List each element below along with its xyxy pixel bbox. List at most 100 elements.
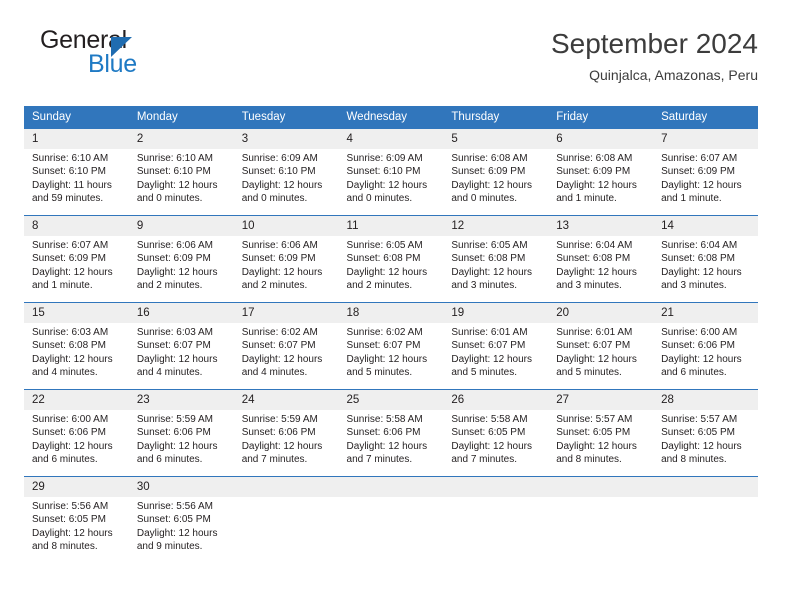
- day-cell[interactable]: 20 Sunrise: 6:01 AM Sunset: 6:07 PM Dayl…: [548, 302, 654, 390]
- day-cell[interactable]: 23 Sunrise: 5:59 AM Sunset: 6:06 PM Dayl…: [128, 389, 234, 477]
- day-cell[interactable]: 29 Sunrise: 5:56 AM Sunset: 6:05 PM Dayl…: [24, 476, 129, 563]
- day-details: Sunrise: 6:09 AM Sunset: 6:10 PM Dayligh…: [339, 149, 444, 206]
- sunset-text: Sunset: 6:05 PM: [451, 427, 526, 439]
- day-number: 14: [653, 216, 758, 236]
- sunrise-sunset-calendar: Sunday Monday Tuesday Wednesday Thursday…: [24, 106, 758, 563]
- calendar-header-row: Sunday Monday Tuesday Wednesday Thursday…: [24, 106, 758, 129]
- sunrise-text: Sunrise: 6:00 AM: [32, 414, 109, 425]
- day-cell[interactable]: 30 Sunrise: 5:56 AM Sunset: 6:05 PM Dayl…: [128, 476, 234, 563]
- day-cell[interactable]: 2 Sunrise: 6:10 AM Sunset: 6:10 PM Dayli…: [128, 129, 234, 216]
- day-details: Sunrise: 6:07 AM Sunset: 6:09 PM Dayligh…: [24, 236, 129, 293]
- daylight-text-line1: Daylight: 12 hours: [346, 440, 428, 452]
- day-number: 5: [443, 129, 549, 149]
- daylight-text-line1: Daylight: 12 hours: [451, 179, 532, 191]
- day-cell[interactable]: 19 Sunrise: 6:01 AM Sunset: 6:07 PM Dayl…: [443, 302, 549, 390]
- daylight-text-line2: and 0 minutes.: [346, 193, 413, 205]
- day-number: 23: [128, 390, 234, 410]
- day-cell[interactable]: 16 Sunrise: 6:03 AM Sunset: 6:07 PM Dayl…: [128, 302, 234, 390]
- day-cell[interactable]: 13 Sunrise: 6:04 AM Sunset: 6:08 PM Dayl…: [548, 215, 654, 303]
- day-cell[interactable]: 1 Sunrise: 6:10 AM Sunset: 6:10 PM Dayli…: [24, 129, 129, 216]
- daylight-text-line1: Daylight: 12 hours: [661, 266, 742, 278]
- daylight-text-line1: Daylight: 12 hours: [32, 440, 113, 452]
- day-cell[interactable]: 17 Sunrise: 6:02 AM Sunset: 6:07 PM Dayl…: [233, 302, 339, 390]
- daylight-text-line2: and 1 minute.: [556, 193, 617, 205]
- sunrise-text: Sunrise: 6:01 AM: [451, 327, 528, 338]
- day-cell[interactable]: 7 Sunrise: 6:07 AM Sunset: 6:09 PM Dayli…: [653, 129, 758, 216]
- day-cell[interactable]: 14 Sunrise: 6:04 AM Sunset: 6:08 PM Dayl…: [653, 215, 758, 303]
- weekday-header-wednesday: Wednesday: [338, 106, 444, 129]
- day-number: 19: [443, 303, 549, 323]
- daylight-text-line2: and 6 minutes.: [661, 367, 727, 379]
- day-cell-empty: [338, 476, 444, 563]
- sunrise-text: Sunrise: 6:03 AM: [136, 327, 213, 338]
- day-cell[interactable]: 9 Sunrise: 6:06 AM Sunset: 6:09 PM Dayli…: [128, 215, 234, 303]
- day-cell[interactable]: 18 Sunrise: 6:02 AM Sunset: 6:07 PM Dayl…: [338, 302, 444, 390]
- sunrise-text: Sunrise: 5:57 AM: [661, 414, 738, 425]
- day-cell[interactable]: 28 Sunrise: 5:57 AM Sunset: 6:05 PM Dayl…: [653, 389, 758, 477]
- sunset-text: Sunset: 6:06 PM: [241, 427, 316, 439]
- day-details: Sunrise: 6:04 AM Sunset: 6:08 PM Dayligh…: [653, 236, 758, 293]
- day-cell[interactable]: 11 Sunrise: 6:05 AM Sunset: 6:08 PM Dayl…: [338, 215, 444, 303]
- day-details: Sunrise: 6:07 AM Sunset: 6:09 PM Dayligh…: [653, 149, 758, 206]
- sunset-text: Sunset: 6:10 PM: [32, 166, 106, 178]
- sunset-text: Sunset: 6:09 PM: [136, 253, 211, 265]
- day-details: Sunrise: 6:09 AM Sunset: 6:10 PM Dayligh…: [234, 149, 339, 206]
- sunrise-text: Sunrise: 6:08 AM: [451, 153, 528, 164]
- week-row: 22 Sunrise: 6:00 AM Sunset: 6:06 PM Dayl…: [24, 389, 758, 477]
- day-cell[interactable]: 5 Sunrise: 6:08 AM Sunset: 6:09 PM Dayli…: [443, 129, 549, 216]
- day-details: Sunrise: 6:06 AM Sunset: 6:09 PM Dayligh…: [234, 236, 339, 293]
- day-cell[interactable]: 8 Sunrise: 6:07 AM Sunset: 6:09 PM Dayli…: [24, 215, 129, 303]
- weekday-header-saturday: Saturday: [653, 106, 758, 129]
- sunrise-text: Sunrise: 6:09 AM: [241, 153, 318, 164]
- day-cell[interactable]: 24 Sunrise: 5:59 AM Sunset: 6:06 PM Dayl…: [233, 389, 339, 477]
- day-cell[interactable]: 6 Sunrise: 6:08 AM Sunset: 6:09 PM Dayli…: [548, 129, 654, 216]
- sunrise-text: Sunrise: 5:59 AM: [241, 414, 318, 425]
- sunset-text: Sunset: 6:09 PM: [451, 166, 526, 178]
- sunrise-text: Sunrise: 6:05 AM: [451, 240, 528, 251]
- daylight-text-line1: Daylight: 12 hours: [241, 353, 323, 365]
- day-cell[interactable]: 15 Sunrise: 6:03 AM Sunset: 6:08 PM Dayl…: [24, 302, 129, 390]
- daylight-text-line2: and 0 minutes.: [451, 193, 517, 205]
- calendar-page: General Blue September 2024 Quinjalca, A…: [0, 0, 792, 612]
- daylight-text-line1: Daylight: 12 hours: [32, 353, 113, 365]
- day-cell[interactable]: 26 Sunrise: 5:58 AM Sunset: 6:05 PM Dayl…: [443, 389, 549, 477]
- day-details: Sunrise: 5:58 AM Sunset: 6:05 PM Dayligh…: [443, 410, 548, 467]
- day-cell-empty: [653, 476, 758, 563]
- day-details: Sunrise: 6:10 AM Sunset: 6:10 PM Dayligh…: [24, 149, 129, 206]
- sunset-text: Sunset: 6:06 PM: [136, 427, 211, 439]
- day-cell[interactable]: 10 Sunrise: 6:06 AM Sunset: 6:09 PM Dayl…: [233, 215, 339, 303]
- sunset-text: Sunset: 6:05 PM: [32, 514, 106, 526]
- day-cell[interactable]: 3 Sunrise: 6:09 AM Sunset: 6:10 PM Dayli…: [233, 129, 339, 216]
- general-blue-logo[interactable]: General Blue: [24, 26, 284, 92]
- daylight-text-line1: Daylight: 12 hours: [346, 179, 428, 191]
- day-cell[interactable]: 21 Sunrise: 6:00 AM Sunset: 6:06 PM Dayl…: [653, 302, 758, 390]
- daylight-text-line1: Daylight: 12 hours: [346, 266, 428, 278]
- sunrise-text: Sunrise: 6:01 AM: [556, 327, 633, 338]
- sunrise-text: Sunrise: 6:10 AM: [136, 153, 213, 164]
- day-cell[interactable]: 12 Sunrise: 6:05 AM Sunset: 6:08 PM Dayl…: [443, 215, 549, 303]
- week-row: 8 Sunrise: 6:07 AM Sunset: 6:09 PM Dayli…: [24, 215, 758, 303]
- daylight-text-line1: Daylight: 12 hours: [241, 179, 323, 191]
- daylight-text-line2: and 4 minutes.: [241, 367, 308, 379]
- day-cell[interactable]: 22 Sunrise: 6:00 AM Sunset: 6:06 PM Dayl…: [24, 389, 129, 477]
- sunset-text: Sunset: 6:10 PM: [136, 166, 211, 178]
- sunset-text: Sunset: 6:06 PM: [346, 427, 421, 439]
- day-number: 28: [653, 390, 758, 410]
- daylight-text-line2: and 6 minutes.: [136, 454, 203, 466]
- day-number: 11: [338, 216, 444, 236]
- sunrise-text: Sunrise: 6:08 AM: [556, 153, 633, 164]
- daylight-text-line2: and 5 minutes.: [346, 367, 413, 379]
- day-number: 25: [338, 390, 444, 410]
- day-details: Sunrise: 6:01 AM Sunset: 6:07 PM Dayligh…: [443, 323, 548, 380]
- daylight-text-line1: Daylight: 12 hours: [136, 179, 218, 191]
- day-cell[interactable]: 27 Sunrise: 5:57 AM Sunset: 6:05 PM Dayl…: [548, 389, 654, 477]
- day-number: 21: [653, 303, 758, 323]
- sunrise-text: Sunrise: 5:56 AM: [32, 501, 109, 512]
- day-cell[interactable]: 4 Sunrise: 6:09 AM Sunset: 6:10 PM Dayli…: [338, 129, 444, 216]
- sunset-text: Sunset: 6:06 PM: [661, 340, 735, 352]
- sunset-text: Sunset: 6:09 PM: [661, 166, 735, 178]
- day-cell[interactable]: 25 Sunrise: 5:58 AM Sunset: 6:06 PM Dayl…: [338, 389, 444, 477]
- day-number: 22: [24, 390, 129, 410]
- logo-text-blue: Blue: [88, 50, 137, 78]
- sunset-text: Sunset: 6:06 PM: [32, 427, 106, 439]
